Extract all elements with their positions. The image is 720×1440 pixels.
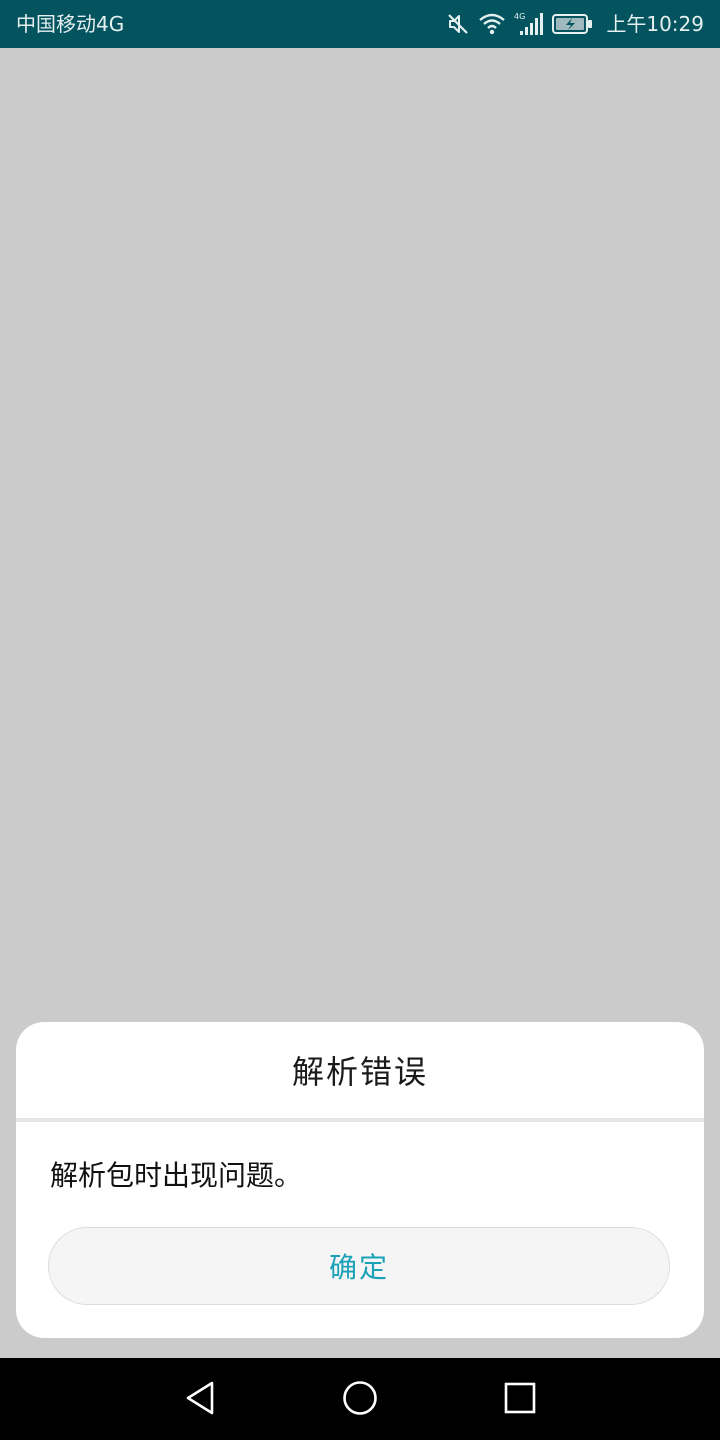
- back-icon: [183, 1380, 217, 1420]
- navigation-bar: [0, 1358, 720, 1440]
- clock: 上午10:29: [606, 12, 704, 36]
- recent-apps-icon: [504, 1382, 536, 1418]
- carrier-label: 中国移动4G: [16, 12, 125, 36]
- home-icon: [342, 1380, 378, 1420]
- dialog-title: 解析错误: [291, 1053, 428, 1091]
- wifi-icon: [478, 12, 506, 36]
- recent-apps-button[interactable]: [498, 1378, 542, 1422]
- mute-icon: [446, 12, 470, 36]
- status-icons: 4G 上午10:29: [446, 8, 704, 40]
- battery-charging-icon: [552, 12, 594, 36]
- status-bar: 中国移动4G 4G 上午10:29: [0, 0, 720, 48]
- home-button[interactable]: [338, 1378, 382, 1422]
- dialog-message: 解析包时出现问题。: [50, 1159, 303, 1192]
- signal-4g-icon: 4G: [514, 11, 544, 37]
- svg-text:4G: 4G: [514, 12, 525, 21]
- parse-error-dialog: 解析错误 解析包时出现问题。 确定: [16, 1022, 704, 1338]
- dialog-divider: [16, 1118, 704, 1122]
- confirm-button[interactable]: 确定: [48, 1227, 670, 1305]
- back-button[interactable]: [178, 1378, 222, 1422]
